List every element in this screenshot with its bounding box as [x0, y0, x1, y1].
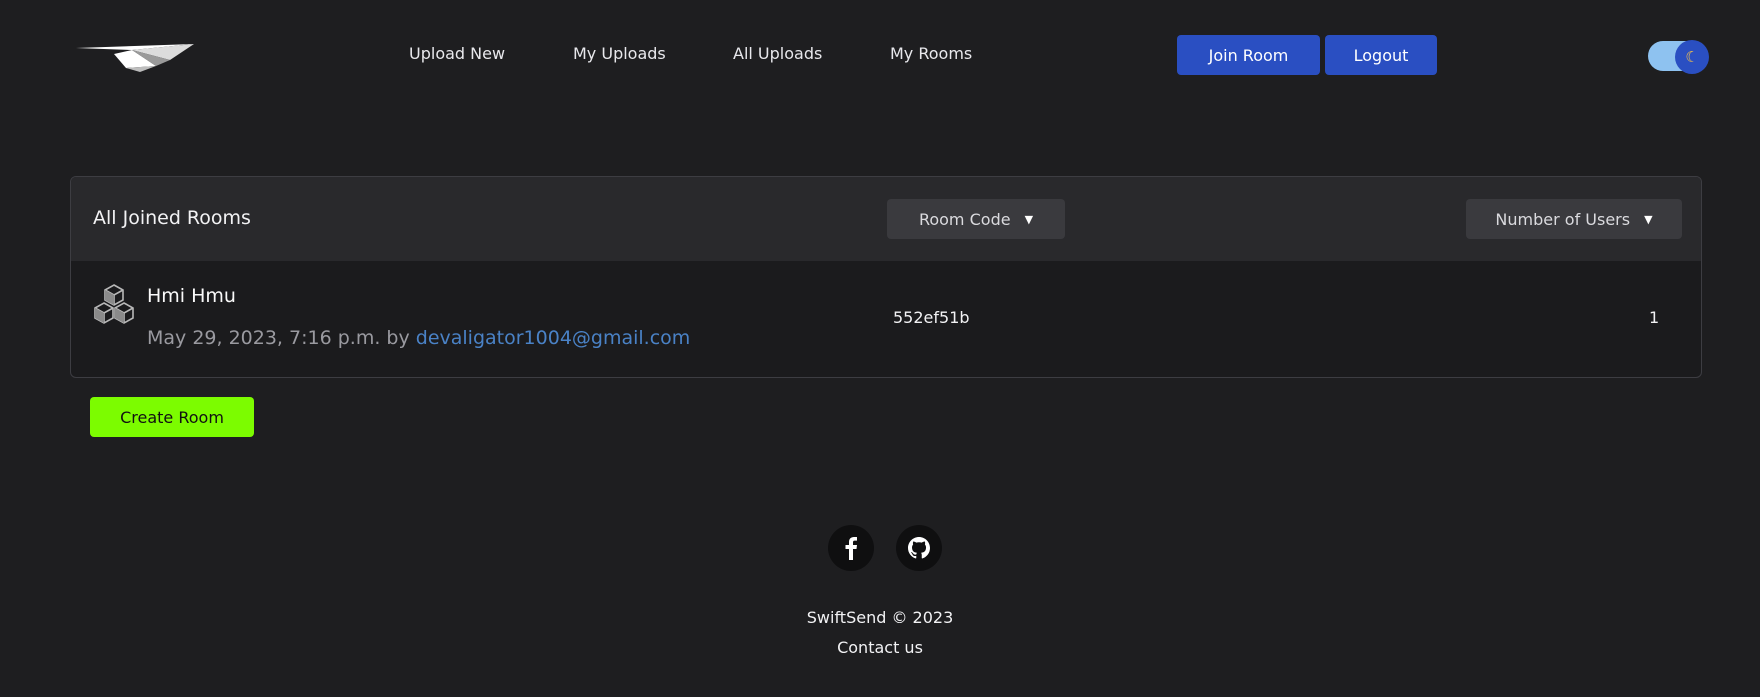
facebook-icon: [845, 537, 857, 560]
create-room-button[interactable]: Create Room: [90, 397, 254, 437]
room-user-count: 1: [1649, 308, 1660, 327]
nav-all-uploads[interactable]: All Uploads: [733, 44, 822, 63]
room-meta: May 29, 2023, 7:16 p.m. by devaligator10…: [147, 327, 690, 349]
caret-down-icon: ▼: [1024, 212, 1034, 226]
room-code: 552ef51b: [893, 308, 970, 327]
users-sort-dropdown[interactable]: Number of Users ▼: [1466, 199, 1682, 239]
room-code-sort-label: Room Code: [918, 209, 1011, 229]
room-name[interactable]: Hmi Hmu: [147, 285, 236, 307]
panel-header: All Joined Rooms Room Code ▼ Number of U…: [71, 177, 1701, 261]
users-sort-label: Number of Users: [1495, 209, 1631, 229]
logout-button[interactable]: Logout: [1325, 35, 1437, 75]
contact-us-link[interactable]: Contact us: [837, 638, 923, 657]
theme-toggle[interactable]: ☾: [1648, 40, 1709, 74]
joined-rooms-panel: All Joined Rooms Room Code ▼ Number of U…: [70, 176, 1702, 378]
panel-title: All Joined Rooms: [93, 207, 251, 229]
navbar: Upload New My Uploads All Uploads My Roo…: [0, 0, 1760, 110]
theme-toggle-knob: ☾: [1675, 40, 1709, 74]
github-icon: [908, 537, 930, 559]
cubes-icon: [94, 284, 134, 324]
github-link[interactable]: [896, 525, 942, 571]
caret-down-icon: ▼: [1644, 212, 1653, 226]
facebook-link[interactable]: [828, 525, 874, 571]
nav-my-uploads[interactable]: My Uploads: [573, 44, 666, 63]
copyright-text: SwiftSend © 2023: [806, 608, 954, 627]
room-code-sort-dropdown[interactable]: Room Code ▼: [887, 199, 1065, 239]
nav-upload-new[interactable]: Upload New: [409, 44, 505, 63]
room-owner-email-link[interactable]: devaligator1004@gmail.com: [416, 327, 691, 349]
moon-icon: ☾: [1685, 48, 1699, 66]
paper-plane-logo-icon[interactable]: [74, 38, 196, 72]
room-date: May 29, 2023, 7:16 p.m. by: [147, 327, 410, 349]
nav-my-rooms[interactable]: My Rooms: [890, 44, 972, 63]
join-room-button[interactable]: Join Room: [1177, 35, 1320, 75]
